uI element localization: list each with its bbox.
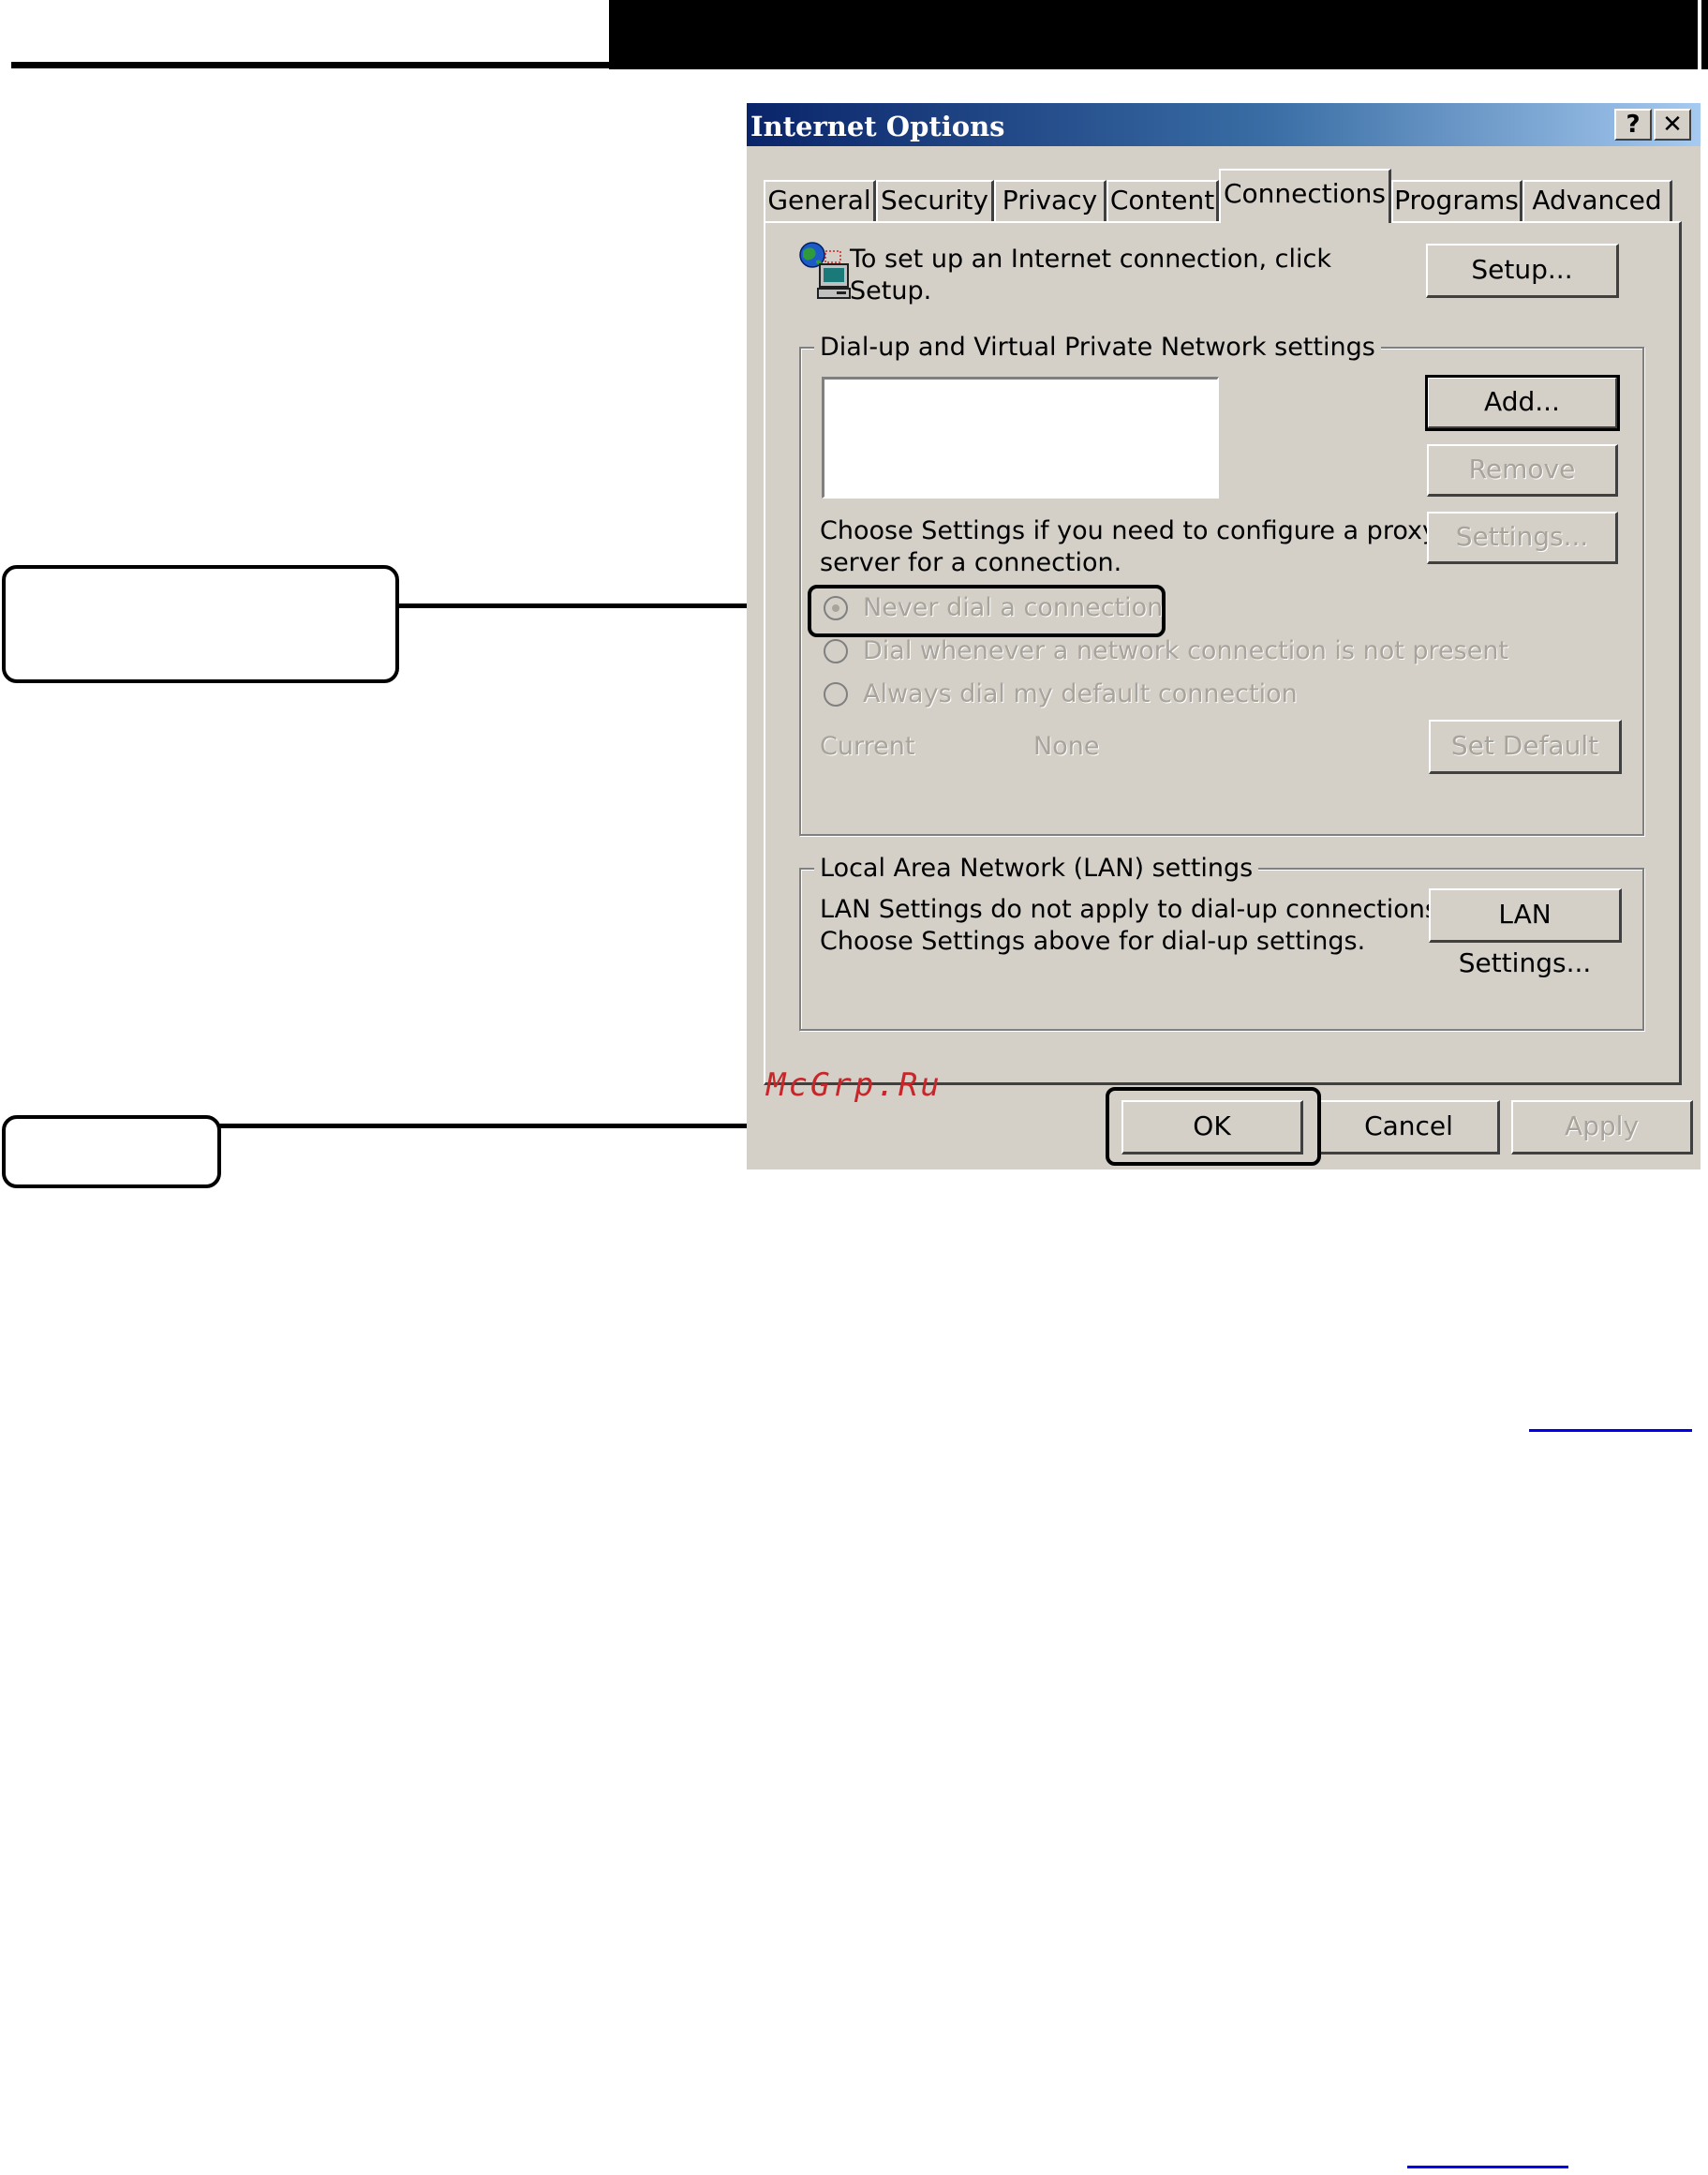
highlight-never-dial [808, 585, 1166, 637]
network-globe-computer-icon [795, 242, 852, 302]
proxy-description-line1: Choose Settings if you need to configure… [820, 516, 1437, 545]
radio-dial-whenever[interactable] [824, 639, 848, 663]
settings-button[interactable]: Settings... [1427, 512, 1618, 564]
watermark: McGrp.Ru [766, 1066, 943, 1104]
radio-dial-whenever-label: Dial whenever a network connection is no… [863, 636, 1509, 665]
tab-advanced[interactable]: Advanced [1522, 180, 1672, 221]
setup-button[interactable]: Setup... [1426, 244, 1619, 298]
add-button[interactable]: Add... [1425, 375, 1620, 431]
help-button[interactable]: ? [1614, 109, 1652, 141]
setup-description-line1: To set up an Internet connection, click [850, 245, 1331, 274]
tab-general[interactable]: General [764, 180, 876, 221]
close-button[interactable]: ✕ [1654, 109, 1691, 141]
radio-always-dial[interactable] [824, 682, 848, 707]
lan-settings-button[interactable]: LAN Settings... [1429, 888, 1622, 978]
tab-privacy[interactable]: Privacy [994, 180, 1106, 221]
callout-box-never-dial [2, 565, 399, 683]
link-underline-2[interactable] [1407, 2166, 1568, 2168]
callout-box-ok [2, 1115, 221, 1188]
apply-button[interactable]: Apply [1511, 1100, 1693, 1155]
tab-programs[interactable]: Programs [1391, 180, 1522, 221]
cancel-button[interactable]: Cancel [1318, 1100, 1500, 1155]
lan-group-legend: Local Area Network (LAN) settings [814, 853, 1259, 885]
tab-security[interactable]: Security [876, 180, 994, 221]
radio-always-dial-label: Always dial my default connection [863, 679, 1298, 708]
tab-connections[interactable]: Connections [1219, 169, 1391, 223]
setup-description-line2: Setup. [850, 276, 932, 305]
current-label: Current [820, 732, 915, 761]
header-bar [609, 0, 1708, 69]
lan-description-line2: Choose Settings above for dial-up settin… [820, 927, 1366, 956]
title-bar[interactable]: Internet Options ? ✕ [747, 103, 1701, 146]
dialup-connection-list[interactable] [822, 377, 1219, 499]
link-underline-1[interactable] [1529, 1429, 1692, 1432]
header-rule [11, 62, 611, 68]
highlight-ok-button [1106, 1087, 1321, 1166]
current-value: None [1033, 732, 1100, 761]
lan-description-line1: LAN Settings do not apply to dial-up con… [820, 895, 1447, 924]
remove-button[interactable]: Remove [1427, 444, 1618, 497]
dialog-title: Internet Options [750, 111, 1005, 142]
proxy-description-line2: server for a connection. [820, 548, 1122, 577]
dialup-group-legend: Dial-up and Virtual Private Network sett… [814, 332, 1381, 364]
tab-strip: General Security Privacy Content Connect… [764, 169, 1691, 225]
tab-content[interactable]: Content [1106, 180, 1219, 221]
set-default-button[interactable]: Set Default [1429, 720, 1622, 774]
header-edge [1698, 0, 1701, 69]
